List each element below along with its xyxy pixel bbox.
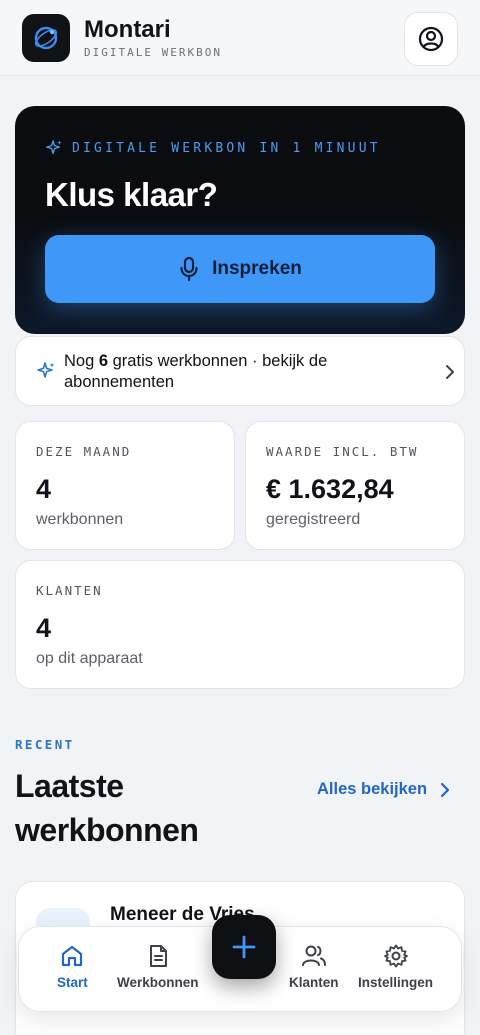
nav-label: Instellingen	[358, 975, 434, 990]
nav-item-werkbonnen[interactable]: Werkbonnen	[117, 943, 199, 990]
stat-value: € 1.632,84	[266, 474, 394, 504]
microphone-icon	[180, 256, 198, 282]
hero-kicker: DIGITALE WERKBON IN 1 MINUUT	[45, 139, 381, 157]
chevron-right-icon	[440, 782, 450, 797]
hero-title: Klus klaar?	[45, 176, 218, 213]
nav-item-klanten[interactable]: Klanten	[289, 943, 339, 990]
stat-value: 4	[36, 613, 52, 643]
stat-sub: geregistreerd	[266, 511, 361, 528]
app-logo	[22, 14, 70, 62]
gear-icon	[383, 944, 408, 968]
chevron-right-icon	[446, 365, 454, 379]
nav-item-start[interactable]: Start	[57, 943, 88, 990]
hero-kicker-text: DIGITALE WERKBON IN 1 MINUUT	[72, 140, 381, 156]
see-all-label: Alles bekijken	[317, 780, 428, 798]
nav-item-instellingen[interactable]: Instellingen	[358, 943, 433, 990]
record-button[interactable]: Inspreken	[45, 235, 435, 303]
sparkle-icon	[37, 362, 55, 378]
recent-kicker: RECENT	[15, 737, 75, 752]
globe-logo-icon	[34, 26, 58, 50]
nav-label: Werkbonnen	[117, 975, 199, 990]
home-icon	[62, 945, 83, 967]
stat-card-clients: KLANTEN 4 op dit apparaat	[15, 560, 465, 689]
app-subtitle: DIGITALE WERKBON	[84, 46, 222, 59]
plus-icon	[232, 935, 256, 959]
free-count: 6	[98, 352, 109, 370]
nav-label: Klanten	[289, 975, 339, 990]
subscription-banner-text: Nog 6 gratis werkbonnen · bekijk de abon…	[64, 352, 328, 391]
new-werkbon-button[interactable]	[212, 915, 276, 979]
app-name: Montari	[84, 16, 171, 43]
stat-sub: werkbonnen	[36, 511, 124, 528]
recent-title: Laatste werkbonnen	[15, 768, 199, 848]
app-header: Montari DIGITALE WERKBON	[0, 0, 480, 76]
users-icon	[301, 945, 326, 966]
subscription-banner[interactable]: Nog 6 gratis werkbonnen · bekijk de abon…	[15, 336, 465, 406]
stat-label: WAARDE INCL. BTW	[266, 444, 419, 459]
nav-label: Start	[57, 975, 88, 990]
see-all-link[interactable]: Alles bekijken	[317, 780, 451, 799]
sparkle-icon	[46, 140, 62, 155]
user-circle-icon	[418, 26, 444, 52]
stat-label: DEZE MAAND	[36, 444, 132, 459]
stat-card-month: DEZE MAAND 4 werkbonnen	[15, 421, 235, 550]
stat-sub: op dit apparaat	[36, 650, 143, 667]
hero-card: DIGITALE WERKBON IN 1 MINUUT Klus klaar?…	[15, 106, 465, 334]
account-button[interactable]	[404, 12, 458, 66]
record-button-label: Inspreken	[212, 258, 302, 279]
stat-card-value: WAARDE INCL. BTW € 1.632,84 geregistreer…	[245, 421, 465, 550]
document-icon	[149, 945, 167, 967]
stat-value: 4	[36, 474, 52, 504]
stat-label: KLANTEN	[36, 583, 103, 598]
